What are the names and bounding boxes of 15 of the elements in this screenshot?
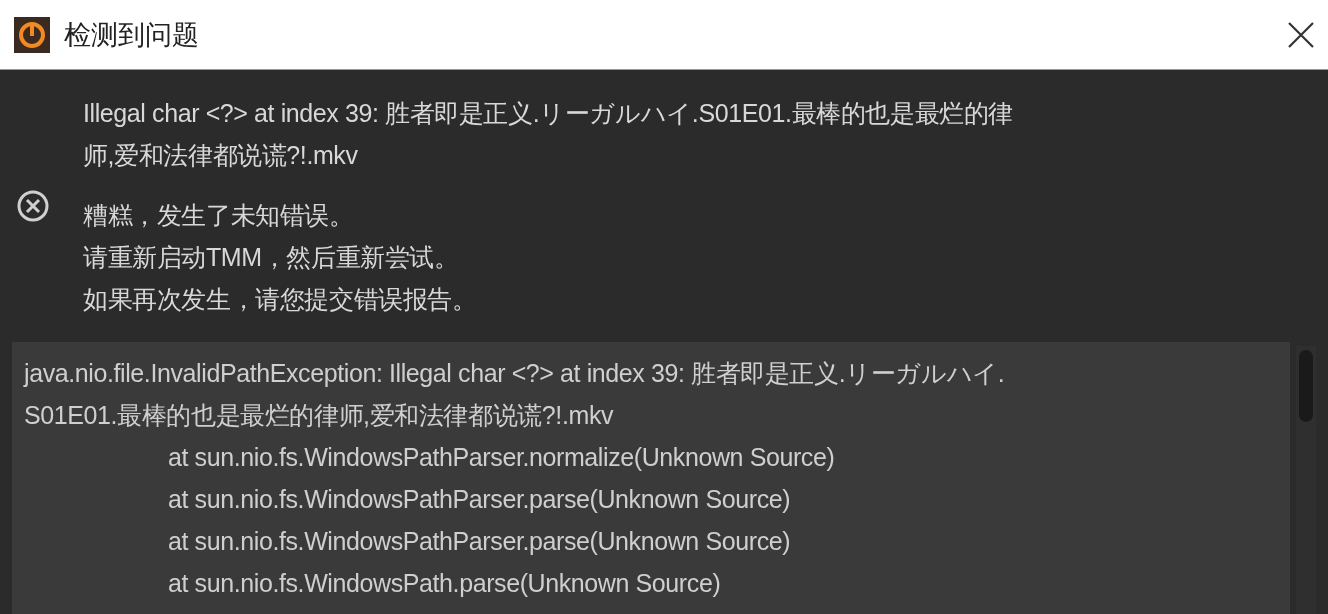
stack-trace-line: S01E01.最棒的也是最烂的律师,爱和法律都说谎?!.mkv bbox=[24, 400, 614, 431]
stack-trace-line: at sun.nio.fs.WindowsPath.parse(Unknown Source) bbox=[167, 568, 721, 599]
advice-text: 糟糕，发生了未知错误。 bbox=[83, 200, 355, 231]
app-logo-icon bbox=[14, 16, 50, 53]
error-message: 师,爱和法律都说谎?!.mkv bbox=[83, 140, 359, 171]
close-icon[interactable] bbox=[1288, 21, 1314, 48]
stack-trace-line: at sun.nio.fs.WindowsPathParser.parse(Unknown Source) bbox=[167, 484, 791, 515]
error-icon bbox=[16, 189, 50, 223]
window-title: 检测到问题 bbox=[64, 18, 200, 52]
advice-text: 请重新启动TMM，然后重新尝试。 bbox=[83, 242, 460, 273]
error-message: Illegal char <?> at index 39: 胜者即是正义.リーガルハイ.S01E01.最棒的也是最烂的律 bbox=[83, 98, 1013, 129]
stack-trace-line: java.nio.file.InvalidPathException: Illegal char <?> at index 39: 胜者即是正义.リーガルハイ. bbox=[24, 358, 1005, 389]
advice-text: 如果再次发生，请您提交错误报告。 bbox=[83, 284, 478, 315]
stack-trace-line: at sun.nio.fs.WindowsPathParser.normalize(Unknown Source) bbox=[167, 442, 835, 473]
stack-trace-line: at sun.nio.fs.WindowsPathParser.parse(Unknown Source) bbox=[167, 526, 791, 557]
